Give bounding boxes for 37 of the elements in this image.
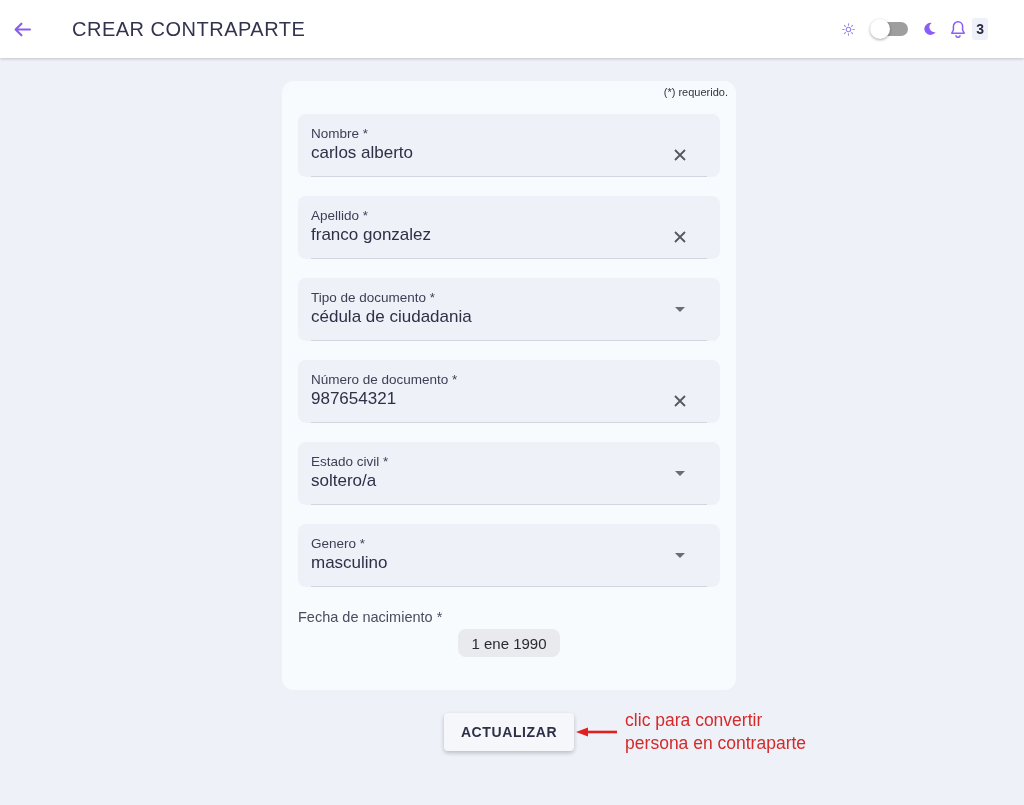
clear-icon[interactable]: [674, 149, 686, 161]
notification-count: 3: [972, 18, 988, 40]
update-button[interactable]: ACTUALIZAR: [443, 713, 575, 751]
field-label: Genero *: [311, 536, 366, 552]
field-value: franco gonzalez: [311, 224, 432, 246]
field-value: soltero/a: [311, 470, 377, 492]
clear-icon[interactable]: [674, 395, 686, 407]
dropdown-caret-icon[interactable]: [675, 306, 685, 312]
select-field[interactable]: Tipo de documento * cédula de ciudadania: [298, 278, 720, 341]
theme-toggle[interactable]: [870, 18, 909, 40]
text-field[interactable]: Apellido * franco gonzalez: [298, 196, 720, 259]
moon-icon: [922, 22, 937, 36]
select-field[interactable]: Estado civil * soltero/a: [298, 442, 720, 505]
field-value: 987654321: [311, 388, 397, 410]
text-field[interactable]: Número de documento * 987654321: [298, 360, 720, 423]
page-title: CREAR CONTRAPARTE: [72, 17, 306, 41]
field-label: Nombre *: [311, 126, 369, 142]
birth-date-label: Fecha de nacimiento *: [298, 608, 443, 626]
clear-icon[interactable]: [674, 231, 686, 243]
sun-icon: [842, 22, 856, 36]
field-label: Tipo de documento *: [311, 290, 436, 306]
required-note: (*) requerido.: [663, 85, 728, 99]
field-value: masculino: [311, 552, 388, 574]
annotation-text: clic para convertir persona en contraparte: [625, 709, 808, 755]
callout-arrow: [576, 727, 619, 737]
select-field[interactable]: Genero * masculino: [298, 524, 720, 587]
field-label: Número de documento *: [311, 372, 458, 388]
birth-date-button[interactable]: 1 ene 1990: [458, 629, 560, 657]
dropdown-caret-icon[interactable]: [675, 470, 685, 476]
dropdown-caret-icon[interactable]: [675, 552, 685, 558]
text-field[interactable]: Nombre * carlos alberto: [298, 114, 720, 177]
field-label: Estado civil *: [311, 454, 389, 470]
field-label: Apellido *: [311, 208, 369, 224]
field-value: carlos alberto: [311, 142, 414, 164]
field-value: cédula de ciudadania: [311, 306, 472, 328]
bell-icon[interactable]: [950, 20, 967, 38]
back-arrow-icon[interactable]: [14, 21, 31, 37]
